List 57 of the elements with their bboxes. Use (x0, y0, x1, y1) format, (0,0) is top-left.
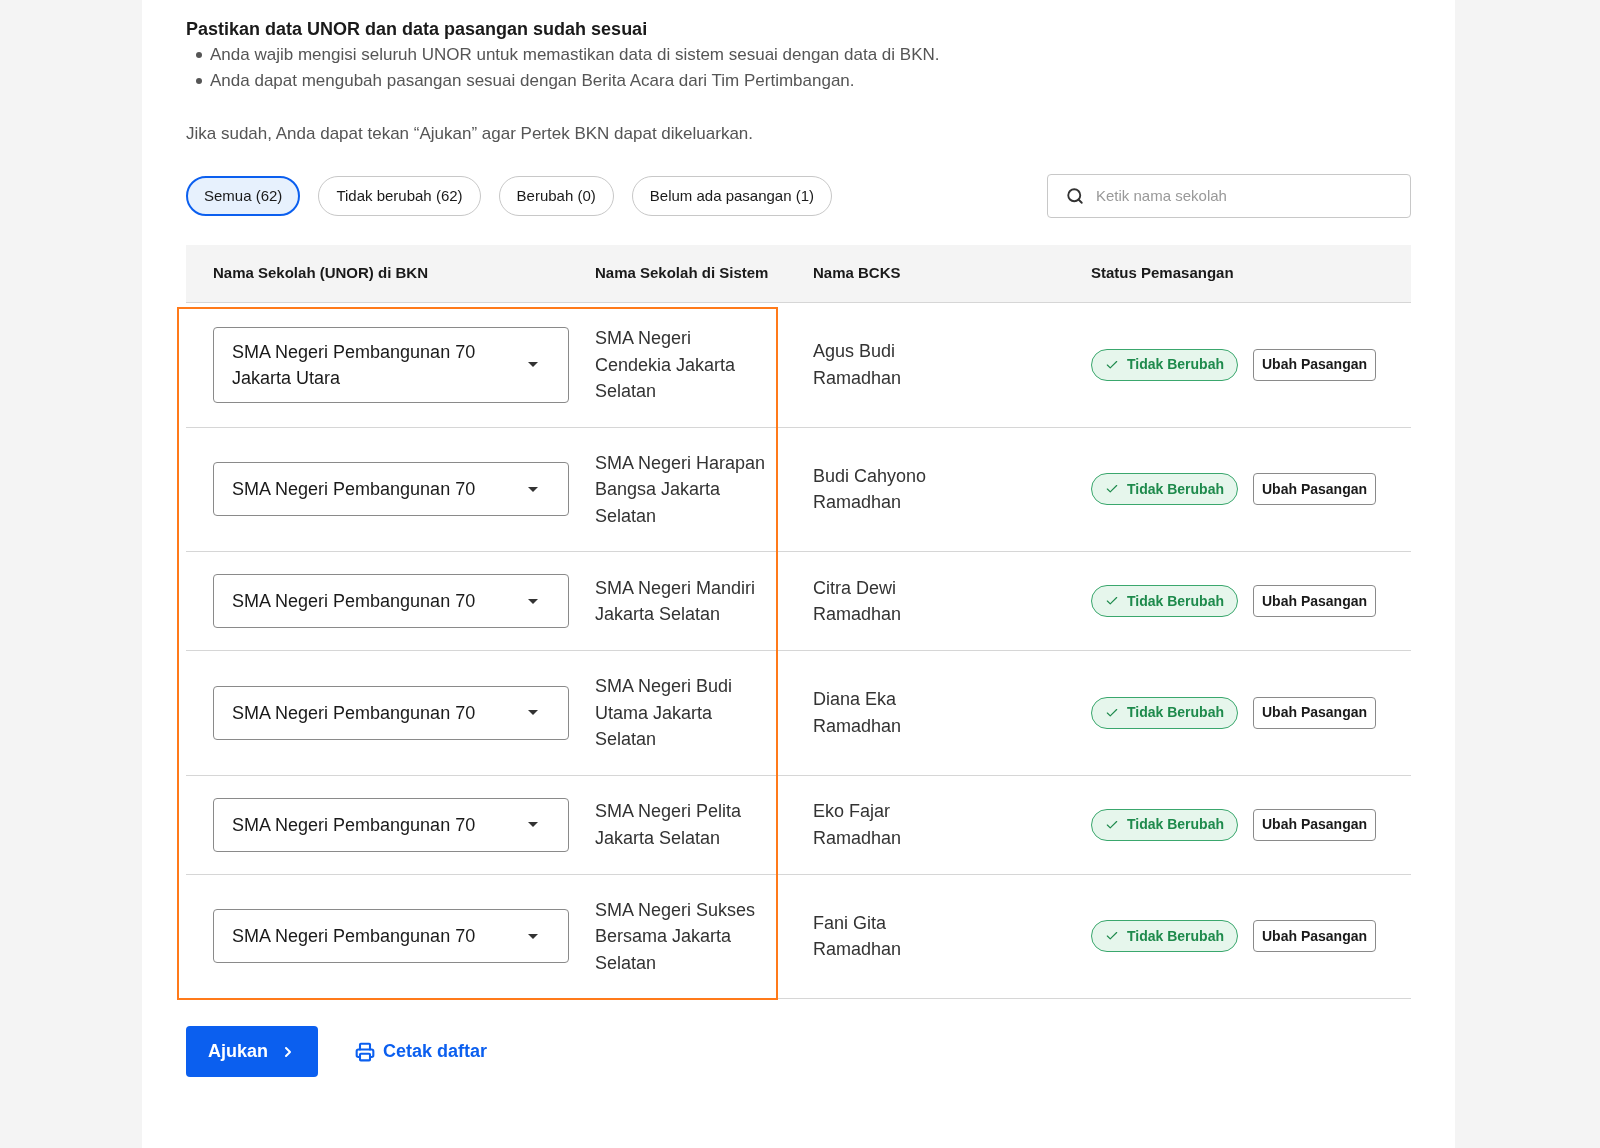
filter-chip[interactable]: Belum ada pasangan (1) (631, 176, 833, 216)
filter-chip[interactable]: Semua (62) (186, 176, 301, 216)
bullet-icon (196, 52, 202, 58)
table-cell-text: Eko Fajar Ramadhan (813, 800, 903, 850)
print-link[interactable]: Cetak daftar (355, 1038, 488, 1065)
caret-icon (528, 933, 538, 939)
status-badge: Tidak Berubah (1091, 808, 1238, 841)
check-icon (1105, 594, 1119, 608)
status-badge: Tidak Berubah (1091, 348, 1238, 381)
filter-chip[interactable]: Tidak berubah (62) (318, 176, 481, 216)
search-input[interactable]: Ketik nama sekolah (1096, 184, 1392, 208)
school-dropdown[interactable]: SMA Negeri Pembangunan 70 Jakarta Utara (213, 326, 569, 403)
school-dropdown[interactable]: SMA Negeri Pembangunan 70 (213, 685, 569, 740)
status-badge: Tidak Berubah (1091, 696, 1238, 729)
filter-chip[interactable]: Berubah (0) (498, 176, 614, 216)
table-cell-text: SMA Negeri Sukses Bersama Jakarta Selatan (595, 898, 757, 975)
bullet-icon (196, 78, 202, 84)
column-header: Status Pemasangan (1091, 263, 1235, 284)
school-dropdown[interactable]: SMA Negeri Pembangunan 70 (213, 462, 569, 517)
table-cell-text: Citra Dewi Ramadhan (813, 576, 903, 626)
table-cell-text: SMA Negeri Cendekia Jakarta Selatan (595, 327, 737, 403)
school-dropdown[interactable]: SMA Negeri Pembangunan 70 (213, 797, 569, 852)
school-dropdown[interactable]: SMA Negeri Pembangunan 70 (213, 574, 569, 628)
status-badge: Tidak Berubah (1091, 920, 1238, 953)
column-header: Nama BCKS (813, 263, 902, 284)
change-pairing-button[interactable]: Ubah Pasangan (1253, 920, 1377, 953)
caret-icon (528, 822, 538, 827)
printer-icon (355, 1041, 375, 1062)
section-heading: Pastikan data UNOR dan data pasangan sudah sesuai (186, 18, 649, 41)
change-pairing-button[interactable]: Ubah Pasangan (1253, 473, 1377, 506)
change-pairing-button[interactable]: Ubah Pasangan (1253, 348, 1377, 381)
change-pairing-button[interactable]: Ubah Pasangan (1253, 696, 1377, 729)
caret-icon (528, 710, 538, 716)
table-cell-text: Diana Eka Ramadhan (813, 688, 903, 738)
table-cell-text: Budi Cahyono Ramadhan (813, 464, 928, 515)
caret-icon (528, 598, 538, 604)
table-cell-text: SMA Negeri Pelita Jakarta Selatan (595, 800, 743, 850)
instruction-text: Anda wajib mengisi seluruh UNOR untuk memastikan data di sistem sesuai dengan data di BKN. (210, 44, 940, 66)
caret-icon (528, 362, 538, 368)
submit-button[interactable]: Ajukan (186, 1026, 318, 1077)
table-cell-text: SMA Negeri Harapan Bangsa Jakarta Selatan (595, 451, 767, 528)
instruction-text: Anda dapat mengubah pasangan sesuai dengan Berita Acara dari Tim Pertimbangan. (210, 70, 855, 92)
school-dropdown[interactable]: SMA Negeri Pembangunan 70 (213, 909, 569, 964)
caret-icon (528, 486, 538, 492)
search-field[interactable]: Ketik nama sekolah (1047, 174, 1411, 218)
change-pairing-button[interactable]: Ubah Pasangan (1253, 808, 1377, 841)
change-pairing-button[interactable]: Ubah Pasangan (1253, 585, 1377, 617)
status-badge: Tidak Berubah (1091, 585, 1238, 617)
column-header: Nama Sekolah (UNOR) di BKN (212, 263, 430, 284)
search-icon (1066, 187, 1084, 205)
table-cell-text: Fani Gita Ramadhan (813, 911, 903, 962)
instruction-text: Jika sudah, Anda dapat tekan “Ajukan” agar Pertek BKN dapat dikeluarkan. (186, 123, 755, 145)
table-cell-text: SMA Negeri Mandiri Jakarta Selatan (595, 576, 757, 626)
column-header: Nama Sekolah di Sistem (595, 263, 770, 284)
table-cell-text: SMA Negeri Budi Utama Jakarta Selatan (595, 675, 734, 751)
table-cell-text: Agus Budi Ramadhan (813, 340, 903, 390)
status-badge: Tidak Berubah (1091, 473, 1238, 506)
